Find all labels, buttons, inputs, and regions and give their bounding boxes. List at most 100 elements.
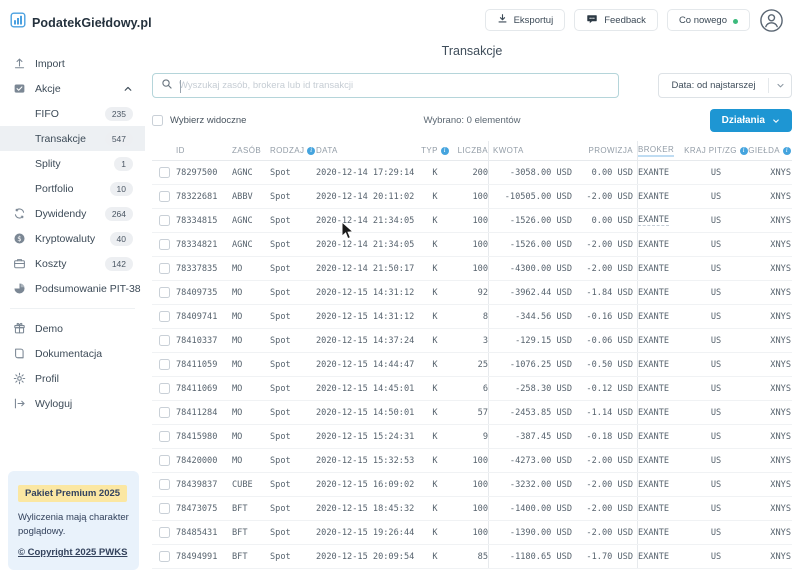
cell-kraj: US <box>686 473 746 496</box>
sidebar-item-akcje[interactable]: Akcje <box>0 76 145 101</box>
user-avatar[interactable] <box>759 8 784 33</box>
cell-data: 2020-12-15 14:45:01 <box>316 377 420 400</box>
column-header-kraj[interactable]: KRAJ PIT/ZGi <box>686 141 746 160</box>
cell-data: 2020-12-14 20:11:02 <box>316 185 420 208</box>
table-row[interactable]: 78337835MOSpot2020-12-14 21:50:17K100-43… <box>152 257 792 281</box>
row-checkbox[interactable] <box>159 455 170 466</box>
cell-value: -2.00 USD <box>586 480 633 490</box>
column-header-rodzaj[interactable]: RODZAJi <box>270 141 316 160</box>
column-header-typ[interactable]: TYPi <box>420 141 450 160</box>
sidebar-item-koszty[interactable]: Koszty142 <box>0 251 145 276</box>
sidebar-item-portfolio[interactable]: Portfolio10 <box>0 176 145 201</box>
cell-rodzaj: Spot <box>270 257 316 280</box>
column-header-data[interactable]: DATA <box>316 141 420 160</box>
table-row[interactable]: 78485431BFTSpot2020-12-15 19:26:44K100-1… <box>152 521 792 545</box>
sidebar-item-wyloguj[interactable]: Wyloguj <box>0 391 145 416</box>
row-checkbox[interactable] <box>159 503 170 514</box>
sidebar-item-profil[interactable]: Profil <box>0 366 145 391</box>
row-checkbox[interactable] <box>159 551 170 562</box>
info-icon[interactable]: i <box>441 147 449 155</box>
row-checkbox-cell <box>152 209 176 232</box>
table-row[interactable]: 78411069MOSpot2020-12-15 14:45:01K6-258.… <box>152 377 792 401</box>
cell-value: -1526.00 USD <box>510 240 572 250</box>
column-header-label: PROWIZJA <box>588 146 633 155</box>
green-status-dot <box>733 19 738 24</box>
column-header-gielda[interactable]: GIEŁDAi <box>746 141 791 160</box>
table-row[interactable]: 78494991BFTSpot2020-12-15 20:09:54K85-11… <box>152 545 792 569</box>
table-row[interactable]: 78411059MOSpot2020-12-15 14:44:47K25-107… <box>152 353 792 377</box>
table-row[interactable]: 78334815AGNCSpot2020-12-14 21:34:05K100-… <box>152 209 792 233</box>
table-row[interactable]: 78420000MOSpot2020-12-15 15:32:53K100-42… <box>152 449 792 473</box>
column-header-kwota[interactable]: KWOTA <box>488 141 572 160</box>
row-checkbox[interactable] <box>159 335 170 346</box>
cell-gielda: XNYS <box>746 305 791 328</box>
column-header-zasob[interactable]: ZASÓB <box>232 141 270 160</box>
table-row[interactable]: 78409741MOSpot2020-12-15 14:31:12K8-344.… <box>152 305 792 329</box>
cell-liczba: 200 <box>450 161 488 184</box>
export-button[interactable]: Eksportuj <box>485 9 566 31</box>
cell-kraj: US <box>686 425 746 448</box>
cell-prowizja: -1.14 USD <box>572 401 638 424</box>
row-checkbox[interactable] <box>159 215 170 226</box>
info-icon[interactable]: i <box>783 147 791 155</box>
sort-dropdown-value: Data: od najstarszej <box>659 80 768 91</box>
sidebar-item-import[interactable]: Import <box>0 51 145 76</box>
row-checkbox[interactable] <box>159 287 170 298</box>
disclaimer-note: Wyliczenia mają charakter poglądowy. <box>18 511 129 539</box>
table-row[interactable]: 78411284MOSpot2020-12-15 14:50:01K57-245… <box>152 401 792 425</box>
row-checkbox[interactable] <box>159 527 170 538</box>
column-header-id[interactable]: ID <box>176 141 232 160</box>
row-checkbox[interactable] <box>159 191 170 202</box>
cell-value: EXANTE <box>638 480 669 490</box>
row-checkbox[interactable] <box>159 311 170 322</box>
whats-new-button[interactable]: Co nowego <box>667 9 750 31</box>
sidebar-item-demo[interactable]: Demo <box>0 316 145 341</box>
sidebar-item-transakcje[interactable]: Transakcje547 <box>0 126 145 151</box>
column-header-label: LICZBA <box>458 146 488 155</box>
search-input[interactable] <box>179 80 610 91</box>
brand-logo[interactable]: PodatekGiełdowy.pl <box>0 8 145 43</box>
row-checkbox[interactable] <box>159 359 170 370</box>
column-header-liczba[interactable]: LICZBA <box>450 141 488 160</box>
row-checkbox[interactable] <box>159 407 170 418</box>
table-row[interactable]: 78322681ABBVSpot2020-12-14 20:11:02K100-… <box>152 185 792 209</box>
sidebar-item-fifo[interactable]: FIFO235 <box>0 101 145 126</box>
row-checkbox[interactable] <box>159 479 170 490</box>
column-header-broker[interactable]: BROKER <box>638 141 686 160</box>
info-icon[interactable]: i <box>307 147 315 155</box>
cell-gielda: XNYS <box>746 425 791 448</box>
column-header-prowizja[interactable]: PROWIZJA <box>572 141 638 160</box>
cell-id: 78409741 <box>176 305 232 328</box>
sidebar-item-dywidendy[interactable]: Dywidendy264 <box>0 201 145 226</box>
sidebar-item-kryptowaluty[interactable]: $Kryptowaluty40 <box>0 226 145 251</box>
cell-zasob: CUBE <box>232 473 270 496</box>
table-row[interactable]: 78415980MOSpot2020-12-15 15:24:31K9-387.… <box>152 425 792 449</box>
actions-button[interactable]: Działania <box>710 109 792 132</box>
row-checkbox[interactable] <box>159 383 170 394</box>
cell-value: -0.18 USD <box>586 432 633 442</box>
sidebar-item-splity[interactable]: Splity1 <box>0 151 145 176</box>
cell-prowizja: -2.00 USD <box>572 233 638 256</box>
cell-kwota: -387.45 USD <box>488 425 572 448</box>
sidebar-item-dokumentacja[interactable]: Dokumentacja <box>0 341 145 366</box>
cell-value: 78411059 <box>176 360 217 370</box>
cell-value: MO <box>232 336 242 346</box>
row-checkbox[interactable] <box>159 239 170 250</box>
cell-value: EXANTE <box>638 408 669 418</box>
cell-zasob: MO <box>232 401 270 424</box>
table-row[interactable]: 78410337MOSpot2020-12-15 14:37:24K3-129.… <box>152 329 792 353</box>
sidebar-item-podsumowanie-pit-38[interactable]: Podsumowanie PIT-38 <box>0 276 145 301</box>
sort-dropdown[interactable]: Data: od najstarszej <box>658 73 792 98</box>
row-checkbox[interactable] <box>159 167 170 178</box>
table-row[interactable]: 78473075BFTSpot2020-12-15 18:45:32K100-1… <box>152 497 792 521</box>
row-checkbox[interactable] <box>159 431 170 442</box>
row-checkbox[interactable] <box>159 263 170 274</box>
table-row[interactable]: 78409735MOSpot2020-12-15 14:31:12K92-396… <box>152 281 792 305</box>
feedback-button[interactable]: Feedback <box>574 9 658 31</box>
table-row[interactable]: 78297500AGNCSpot2020-12-14 17:29:14K200-… <box>152 161 792 185</box>
table-row[interactable]: 78439837CUBESpot2020-12-15 16:09:02K100-… <box>152 473 792 497</box>
cell-rodzaj: Spot <box>270 281 316 304</box>
table-row[interactable]: 78334821AGNCSpot2020-12-14 21:34:05K100-… <box>152 233 792 257</box>
cell-value: BFT <box>232 504 248 514</box>
copyright-link[interactable]: © Copyright 2025 PWKS <box>18 547 127 558</box>
